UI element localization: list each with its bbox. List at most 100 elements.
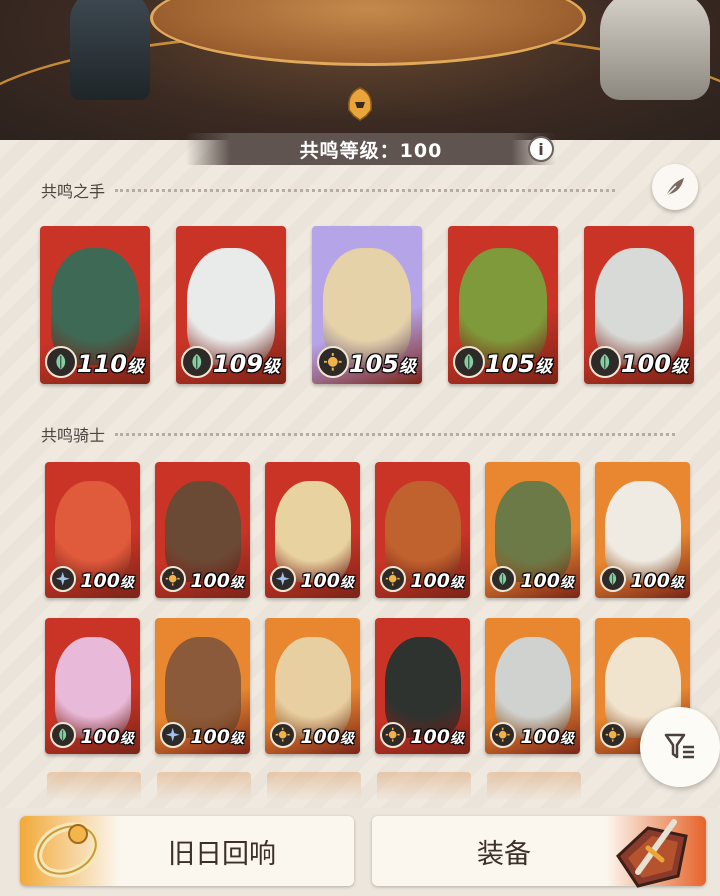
ring-icon [34,822,100,878]
hero-card[interactable]: 110级 [40,226,150,384]
divider [115,432,676,436]
hero-level-value: 100 [410,726,450,748]
hero-card[interactable]: 100级 [595,462,690,598]
leaf-faction-icon [600,566,626,592]
filter-button[interactable] [640,707,720,787]
section-hands-label: 共鸣之手 [41,182,106,201]
hero-card[interactable]: 100级 [375,462,470,598]
hero-level-value: 105 [484,350,535,378]
hero-level-value: 110 [76,350,127,378]
star-faction-icon [270,566,296,592]
card-peek [157,772,251,800]
hero-level-unit: 级 [230,731,244,747]
sun-faction-icon [160,566,186,592]
camp-scene [0,0,720,150]
card-peek [47,772,141,800]
sun-faction-icon [270,722,296,748]
tab-equipment-label: 装备 [477,838,531,870]
star-faction-icon [50,566,76,592]
hero-level: 100级 [520,726,574,748]
hero-level-unit: 级 [127,357,144,377]
star-faction-icon [160,722,186,748]
section-knights-label: 共鸣骑士 [41,426,106,445]
hero-level-unit: 级 [340,575,354,591]
hero-level: 105级 [349,350,416,378]
card-peek [377,772,471,800]
leaf-faction-icon [490,566,516,592]
hero-level-unit: 级 [340,731,354,747]
leaf-faction-icon [589,346,621,378]
hero-card[interactable]: 109级 [176,226,286,384]
hero-level: 109级 [213,350,280,378]
hero-card[interactable]: 100级 [155,462,250,598]
hero-card[interactable]: 100级 [485,462,580,598]
hero-level-unit: 级 [120,731,134,747]
hero-card[interactable]: 100级 [584,226,694,384]
hero-level-unit: 级 [263,357,280,377]
tab-echoes-label: 旧日回响 [168,838,276,870]
hero-level-unit: 级 [450,575,464,591]
section-hands-title: 共鸣之手 [41,178,616,202]
hero-level-unit: 级 [120,575,134,591]
hero-level-unit: 级 [535,357,552,377]
hero-card[interactable]: 100级 [265,618,360,754]
hero-level: 105级 [485,350,552,378]
card-peek [487,772,581,800]
hero-level-value: 100 [80,570,120,592]
hero-card[interactable]: 100级 [45,462,140,598]
hero-level: 110级 [77,350,144,378]
hero-figure-right [600,0,710,100]
hero-level-value: 100 [190,570,230,592]
section-knights-title: 共鸣骑士 [41,422,676,446]
hero-level-value: 100 [520,726,560,748]
divider [115,188,616,192]
hero-level-unit: 级 [671,357,688,377]
sun-faction-icon [490,722,516,748]
hero-level-value: 100 [80,726,120,748]
info-button[interactable]: i [528,136,554,162]
hero-level: 100级 [520,570,574,592]
hero-level: 100级 [80,726,134,748]
hero-card[interactable]: 100级 [485,618,580,754]
hero-card[interactable]: 105级 [448,226,558,384]
hero-level: 100级 [190,726,244,748]
resonance-level-text: 共鸣等级：100 [299,139,443,162]
hero-level: 100级 [630,570,684,592]
hero-level: 100级 [190,570,244,592]
sun-faction-icon [600,722,626,748]
hero-level-value: 100 [520,570,560,592]
hero-card[interactable]: 100级 [45,618,140,754]
leaf-faction-icon [45,346,77,378]
hero-card[interactable]: 100级 [375,618,470,754]
hero-level: 100级 [80,570,134,592]
hero-level: 100级 [621,350,688,378]
leaf-faction-icon [453,346,485,378]
card-peek [267,772,361,800]
feather-button[interactable] [652,164,698,210]
hero-level-unit: 级 [670,575,684,591]
hero-card[interactable]: 105级 [312,226,422,384]
feather-icon [665,178,684,197]
hero-level-unit: 级 [450,731,464,747]
sun-faction-icon [380,566,406,592]
hero-figure-left [70,0,150,100]
resonance-level-bar: 共鸣等级：100 [186,133,556,165]
hero-level-value: 100 [620,350,671,378]
hero-card[interactable]: 100级 [155,618,250,754]
hero-level-unit: 级 [230,575,244,591]
hero-level: 100级 [300,570,354,592]
filter-icon [664,733,694,759]
hero-level-value: 100 [300,726,340,748]
hero-level: 100级 [410,726,464,748]
hero-level-value: 100 [410,570,450,592]
sun-faction-icon [317,346,349,378]
hero-level-value: 109 [212,350,263,378]
sword-icon [616,819,688,888]
sun-faction-icon [380,722,406,748]
hero-level-value: 100 [300,570,340,592]
hero-card[interactable]: 100级 [265,462,360,598]
helmet-icon [348,87,372,121]
hero-level-unit: 级 [560,731,574,747]
hero-level-unit: 级 [560,575,574,591]
leaf-faction-icon [181,346,213,378]
